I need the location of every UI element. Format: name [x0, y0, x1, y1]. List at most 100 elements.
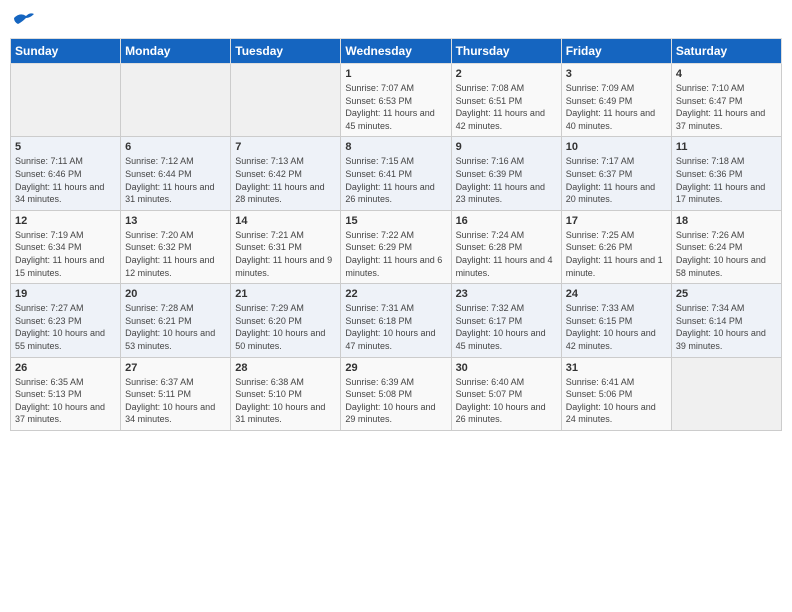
calendar-cell: 16 Sunrise: 7:24 AMSunset: 6:28 PMDayligh… [451, 210, 561, 283]
calendar-header-row: SundayMondayTuesdayWednesdayThursdayFrid… [11, 39, 782, 64]
day-number: 4 [676, 68, 777, 80]
day-number: 24 [566, 288, 667, 300]
weekday-header-tuesday: Tuesday [231, 39, 341, 64]
day-info: Sunrise: 7:17 AMSunset: 6:37 PMDaylight:… [566, 155, 667, 205]
day-number: 8 [345, 141, 446, 153]
day-number: 16 [456, 215, 557, 227]
calendar-cell: 20 Sunrise: 7:28 AMSunset: 6:21 PMDayligh… [121, 284, 231, 357]
day-info: Sunrise: 7:29 AMSunset: 6:20 PMDaylight:… [235, 302, 336, 352]
day-info: Sunrise: 7:26 AMSunset: 6:24 PMDaylight:… [676, 229, 777, 279]
calendar-cell: 30 Sunrise: 6:40 AMSunset: 5:07 PMDayligh… [451, 357, 561, 430]
calendar-cell: 6 Sunrise: 7:12 AMSunset: 6:44 PMDaylight… [121, 137, 231, 210]
calendar-cell: 10 Sunrise: 7:17 AMSunset: 6:37 PMDayligh… [561, 137, 671, 210]
day-info: Sunrise: 6:39 AMSunset: 5:08 PMDaylight:… [345, 376, 446, 426]
calendar-week-row: 1 Sunrise: 7:07 AMSunset: 6:53 PMDaylight… [11, 64, 782, 137]
day-number: 1 [345, 68, 446, 80]
day-info: Sunrise: 7:08 AMSunset: 6:51 PMDaylight:… [456, 82, 557, 132]
day-info: Sunrise: 7:28 AMSunset: 6:21 PMDaylight:… [125, 302, 226, 352]
calendar-cell: 18 Sunrise: 7:26 AMSunset: 6:24 PMDayligh… [671, 210, 781, 283]
calendar-cell: 24 Sunrise: 7:33 AMSunset: 6:15 PMDayligh… [561, 284, 671, 357]
calendar-cell: 1 Sunrise: 7:07 AMSunset: 6:53 PMDaylight… [341, 64, 451, 137]
day-info: Sunrise: 7:24 AMSunset: 6:28 PMDaylight:… [456, 229, 557, 279]
day-info: Sunrise: 7:27 AMSunset: 6:23 PMDaylight:… [15, 302, 116, 352]
calendar-cell: 19 Sunrise: 7:27 AMSunset: 6:23 PMDayligh… [11, 284, 121, 357]
calendar-cell: 17 Sunrise: 7:25 AMSunset: 6:26 PMDayligh… [561, 210, 671, 283]
day-info: Sunrise: 7:32 AMSunset: 6:17 PMDaylight:… [456, 302, 557, 352]
day-number: 6 [125, 141, 226, 153]
day-number: 3 [566, 68, 667, 80]
day-number: 7 [235, 141, 336, 153]
calendar-cell: 13 Sunrise: 7:20 AMSunset: 6:32 PMDayligh… [121, 210, 231, 283]
day-info: Sunrise: 7:22 AMSunset: 6:29 PMDaylight:… [345, 229, 446, 279]
day-number: 17 [566, 215, 667, 227]
day-info: Sunrise: 7:25 AMSunset: 6:26 PMDaylight:… [566, 229, 667, 279]
calendar-cell: 11 Sunrise: 7:18 AMSunset: 6:36 PMDayligh… [671, 137, 781, 210]
day-info: Sunrise: 6:37 AMSunset: 5:11 PMDaylight:… [125, 376, 226, 426]
day-number: 25 [676, 288, 777, 300]
day-info: Sunrise: 7:19 AMSunset: 6:34 PMDaylight:… [15, 229, 116, 279]
calendar-cell: 4Sunrise: 7:10 AMSunset: 6:47 PMDaylight… [671, 64, 781, 137]
day-number: 21 [235, 288, 336, 300]
day-number: 27 [125, 362, 226, 374]
day-number: 26 [15, 362, 116, 374]
weekday-header-saturday: Saturday [671, 39, 781, 64]
day-info: Sunrise: 7:12 AMSunset: 6:44 PMDaylight:… [125, 155, 226, 205]
calendar-cell: 25 Sunrise: 7:34 AMSunset: 6:14 PMDayligh… [671, 284, 781, 357]
day-number: 19 [15, 288, 116, 300]
day-info: Sunrise: 6:40 AMSunset: 5:07 PMDaylight:… [456, 376, 557, 426]
calendar-cell: 8 Sunrise: 7:15 AMSunset: 6:41 PMDaylight… [341, 137, 451, 210]
day-info: Sunrise: 6:38 AMSunset: 5:10 PMDaylight:… [235, 376, 336, 426]
calendar-cell [11, 64, 121, 137]
day-number: 28 [235, 362, 336, 374]
day-number: 31 [566, 362, 667, 374]
calendar-cell: 15 Sunrise: 7:22 AMSunset: 6:29 PMDayligh… [341, 210, 451, 283]
day-number: 23 [456, 288, 557, 300]
day-number: 15 [345, 215, 446, 227]
calendar-week-row: 26 Sunrise: 6:35 AMSunset: 5:13 PMDayligh… [11, 357, 782, 430]
calendar-cell: 31 Sunrise: 6:41 AMSunset: 5:06 PMDayligh… [561, 357, 671, 430]
calendar-week-row: 19 Sunrise: 7:27 AMSunset: 6:23 PMDayligh… [11, 284, 782, 357]
calendar-cell: 12Sunrise: 7:19 AMSunset: 6:34 PMDayligh… [11, 210, 121, 283]
calendar-cell [671, 357, 781, 430]
day-info: Sunrise: 6:41 AMSunset: 5:06 PMDaylight:… [566, 376, 667, 426]
calendar-cell [231, 64, 341, 137]
calendar-table: SundayMondayTuesdayWednesdayThursdayFrid… [10, 38, 782, 431]
day-number: 20 [125, 288, 226, 300]
day-info: Sunrise: 7:33 AMSunset: 6:15 PMDaylight:… [566, 302, 667, 352]
weekday-header-thursday: Thursday [451, 39, 561, 64]
day-number: 29 [345, 362, 446, 374]
day-number: 9 [456, 141, 557, 153]
calendar-cell: 22Sunrise: 7:31 AMSunset: 6:18 PMDayligh… [341, 284, 451, 357]
calendar-cell: 7 Sunrise: 7:13 AMSunset: 6:42 PMDaylight… [231, 137, 341, 210]
calendar-cell: 29 Sunrise: 6:39 AMSunset: 5:08 PMDayligh… [341, 357, 451, 430]
weekday-header-monday: Monday [121, 39, 231, 64]
calendar-cell: 27 Sunrise: 6:37 AMSunset: 5:11 PMDayligh… [121, 357, 231, 430]
day-info: Sunrise: 7:07 AMSunset: 6:53 PMDaylight:… [345, 82, 446, 132]
day-number: 18 [676, 215, 777, 227]
day-number: 10 [566, 141, 667, 153]
day-info: Sunrise: 7:18 AMSunset: 6:36 PMDaylight:… [676, 155, 777, 205]
day-info: Sunrise: 7:13 AMSunset: 6:42 PMDaylight:… [235, 155, 336, 205]
logo-bird-icon [12, 10, 36, 28]
day-number: 30 [456, 362, 557, 374]
day-number: 5 [15, 141, 116, 153]
weekday-header-wednesday: Wednesday [341, 39, 451, 64]
day-number: 13 [125, 215, 226, 227]
weekday-header-friday: Friday [561, 39, 671, 64]
day-number: 11 [676, 141, 777, 153]
calendar-week-row: 12Sunrise: 7:19 AMSunset: 6:34 PMDayligh… [11, 210, 782, 283]
calendar-cell: 5 Sunrise: 7:11 AMSunset: 6:46 PMDaylight… [11, 137, 121, 210]
calendar-cell: 9Sunrise: 7:16 AMSunset: 6:39 PMDaylight… [451, 137, 561, 210]
calendar-cell: 2 Sunrise: 7:08 AMSunset: 6:51 PMDaylight… [451, 64, 561, 137]
day-info: Sunrise: 7:21 AMSunset: 6:31 PMDaylight:… [235, 229, 336, 279]
day-info: Sunrise: 7:15 AMSunset: 6:41 PMDaylight:… [345, 155, 446, 205]
calendar-cell: 26 Sunrise: 6:35 AMSunset: 5:13 PMDayligh… [11, 357, 121, 430]
page-header [10, 10, 782, 28]
day-info: Sunrise: 7:09 AMSunset: 6:49 PMDaylight:… [566, 82, 667, 132]
calendar-cell: 23 Sunrise: 7:32 AMSunset: 6:17 PMDayligh… [451, 284, 561, 357]
day-info: Sunrise: 7:34 AMSunset: 6:14 PMDaylight:… [676, 302, 777, 352]
day-info: Sunrise: 7:20 AMSunset: 6:32 PMDaylight:… [125, 229, 226, 279]
day-number: 2 [456, 68, 557, 80]
day-info: Sunrise: 6:35 AMSunset: 5:13 PMDaylight:… [15, 376, 116, 426]
day-info: Sunrise: 7:11 AMSunset: 6:46 PMDaylight:… [15, 155, 116, 205]
